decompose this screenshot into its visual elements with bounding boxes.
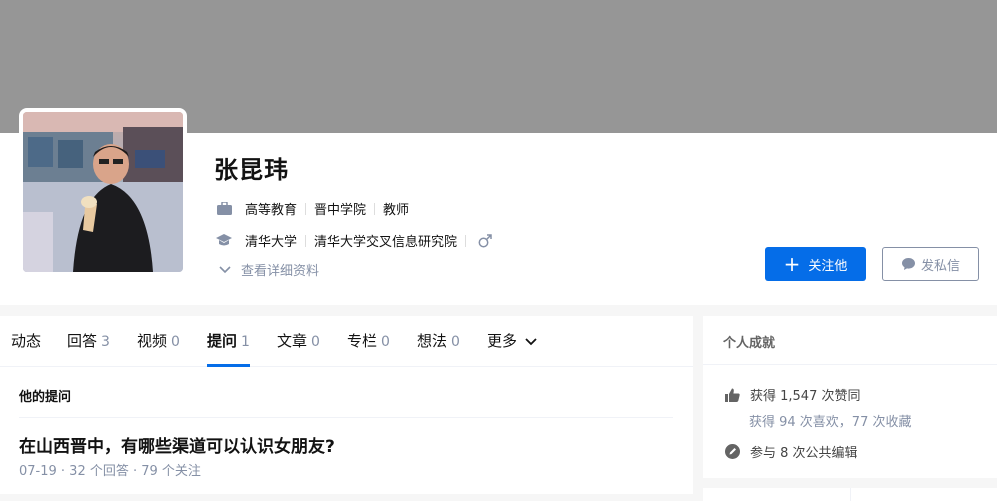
send-message-button[interactable]: 发私信 <box>882 247 979 281</box>
plus-icon: + <box>783 252 801 276</box>
question-meta: 07-19 · 32 个回答 · 79 个关注 <box>19 464 201 479</box>
industry-text: 高等教育 <box>245 203 298 218</box>
view-details-label: 查看详细资料 <box>241 264 320 279</box>
tab-thoughts[interactable]: 想法 0 <box>417 316 460 367</box>
tab-label: 更多 <box>487 332 518 350</box>
profile-tabs: 动态 回答 3 视频 0 提问 1 文章 0 专栏 0 想法 0 更多 <box>0 316 693 367</box>
chevron-down-icon <box>219 265 231 273</box>
tab-count: 0 <box>451 334 460 350</box>
chat-bubble-icon <box>901 258 915 270</box>
achievements-card: 个人成就 获得 1,547 次赞同 获得 94 次喜欢，77 次收藏 参与 8 … <box>703 316 997 478</box>
edits-row: 参与 8 次公共编辑 <box>724 442 858 461</box>
briefcase-icon <box>216 201 232 217</box>
divider <box>703 364 997 365</box>
tab-count: 1 <box>241 334 250 350</box>
job-text: 教师 <box>383 203 410 218</box>
tab-label: 提问 <box>207 332 238 350</box>
tab-count: 0 <box>171 334 180 350</box>
user-name: 张昆玮 <box>214 156 289 184</box>
tab-answers[interactable]: 回答 3 <box>67 316 110 367</box>
graduation-cap-icon <box>216 233 232 249</box>
view-details-link[interactable]: 查看详细资料 <box>219 260 319 279</box>
company-text: 晋中学院 <box>314 203 367 218</box>
question-title-link[interactable]: 在山西晋中，有哪些渠道可以认识女朋友? <box>19 432 335 457</box>
thumbs-up-icon <box>724 387 740 403</box>
tab-label: 想法 <box>417 332 448 350</box>
follow-stats-card <box>703 488 997 501</box>
school-text: 清华大学 <box>245 235 298 250</box>
education-row: 清华大学 清华大学交叉信息研究院 <box>216 231 492 250</box>
achievements-title: 个人成就 <box>723 336 776 351</box>
chevron-down-icon <box>525 337 537 345</box>
tab-questions[interactable]: 提问 1 <box>207 316 250 367</box>
tab-count: 0 <box>381 334 390 350</box>
tab-more[interactable]: 更多 <box>487 316 537 367</box>
tab-label: 专栏 <box>347 332 378 350</box>
edits-text: 参与 8 次公共编辑 <box>750 446 858 461</box>
employment-row: 高等教育 晋中学院 教师 <box>216 199 409 218</box>
tab-label: 视频 <box>137 332 168 350</box>
tab-activity[interactable]: 动态 <box>11 316 41 367</box>
send-message-label: 发私信 <box>920 258 960 274</box>
tab-label: 动态 <box>11 332 42 350</box>
follow-button[interactable]: + 关注他 <box>765 247 866 281</box>
divider <box>374 202 376 215</box>
follow-label: 关注他 <box>808 258 848 274</box>
avatar[interactable] <box>19 108 187 276</box>
tab-count: 0 <box>311 334 320 350</box>
male-icon <box>478 233 492 248</box>
likes-row: 获得 1,547 次赞同 <box>724 385 860 404</box>
divider <box>465 234 467 247</box>
pencil-circle-icon <box>724 444 740 460</box>
tab-count: 3 <box>101 334 110 350</box>
divider <box>850 488 851 501</box>
likes-text: 获得 1,547 次赞同 <box>750 389 861 404</box>
divider <box>305 234 307 247</box>
divider <box>19 417 673 418</box>
tab-articles[interactable]: 文章 0 <box>277 316 320 367</box>
likes-subtext: 获得 94 次喜欢，77 次收藏 <box>749 415 912 430</box>
tab-columns[interactable]: 专栏 0 <box>347 316 390 367</box>
divider <box>305 202 307 215</box>
tab-label: 文章 <box>277 332 308 350</box>
avatar-photo <box>23 112 183 272</box>
tab-videos[interactable]: 视频 0 <box>137 316 180 367</box>
major-text: 清华大学交叉信息研究院 <box>314 235 458 250</box>
section-title: 他的提问 <box>19 390 72 405</box>
tab-label: 回答 <box>67 332 98 350</box>
content-card: 动态 回答 3 视频 0 提问 1 文章 0 专栏 0 想法 0 更多 他的提问 在山西晋中… <box>0 316 693 494</box>
